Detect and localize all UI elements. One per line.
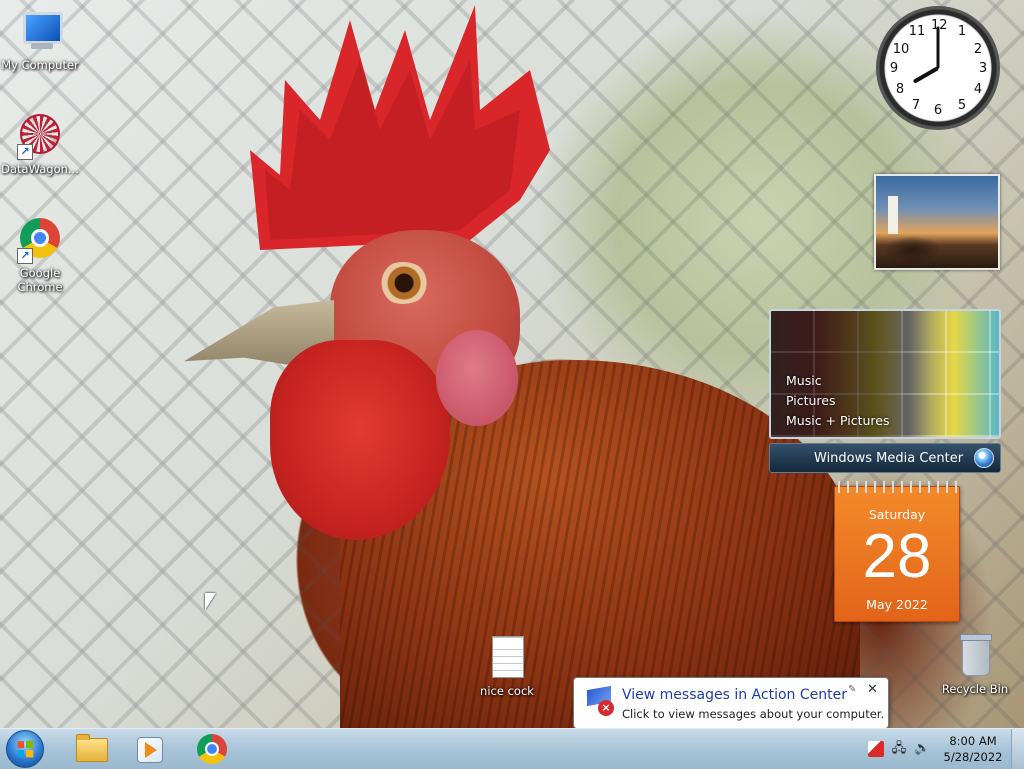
desktop-icon-label: My Computer [1,58,79,72]
chrome-icon: ↗ [17,216,63,264]
calendar-gadget[interactable]: Saturday 28 May 2022 [834,481,961,622]
action-center-tray-icon[interactable] [868,741,884,757]
clock-number: 8 [895,82,905,97]
taskbar-google-chrome[interactable] [184,731,240,767]
wallpaper-rooster-earlobe [436,330,518,426]
wallpaper-rooster-eye [376,262,430,304]
media-center-item-music-pictures[interactable]: Music + Pictures [786,413,890,428]
desktop-icon-label: Google Chrome [17,266,63,294]
action-center-flag-icon: × [584,685,614,716]
volume-icon[interactable]: 🔈 [914,741,930,757]
windows-explorer-icon [76,734,108,762]
clock-hour-hand [912,66,939,84]
action-center-notification[interactable]: × View messages in Action Center Click t… [573,677,889,738]
clock-number: 7 [911,98,921,113]
desktop-icon-datawagon[interactable]: ↗ DataWagon... [0,112,80,176]
notification-title[interactable]: View messages in Action Center [622,687,847,703]
calendar-month-year: May 2022 [866,597,928,612]
clock-number: 1 [957,24,967,39]
datawagon-icon: ↗ [17,112,63,160]
calendar-day: Saturday [868,507,926,522]
text-document-icon [484,634,530,680]
clock-minute-hand [936,26,940,68]
start-button[interactable] [6,730,44,768]
taskbar-date: 5/28/2022 [943,750,1003,764]
clock-number: 3 [978,61,988,76]
taskbar-time: 8:00 AM [949,734,997,748]
media-center-title: Windows Media Center [814,451,964,466]
shortcut-arrow-icon: ↗ [17,144,33,160]
media-center-title-bar[interactable]: Windows Media Center [769,443,1001,473]
taskbar-media-player[interactable] [122,731,178,767]
clock-number: 2 [973,42,983,57]
mouse-cursor [205,593,216,610]
media-player-icon [137,737,163,763]
desktop-icon-my-computer[interactable]: My Computer [0,8,80,72]
calendar-date: 28 [862,522,932,591]
computer-icon [17,8,63,54]
taskbar-windows-explorer[interactable] [62,731,118,767]
desktop-icon-label: DataWagon... [1,162,79,176]
clock-gadget[interactable]: 12 1 2 3 4 5 6 7 8 9 10 11 [876,6,1000,130]
clock-number: 5 [957,98,967,113]
slideshow-lighthouse-photo [888,196,898,234]
desktop-icon-label: nice cock [480,684,534,698]
notification-text: Click to view messages about your comput… [622,707,885,721]
chrome-icon [197,734,227,764]
media-center-gadget[interactable]: Music Pictures Music + Pictures [769,309,1001,439]
clock-number: 9 [889,61,899,76]
taskbar: 🖧 🔈 8:00 AM 5/28/2022 [0,728,1024,769]
show-desktop-button[interactable] [1011,729,1024,769]
clock-number: 11 [908,24,926,39]
close-icon[interactable]: ✕ [867,682,878,697]
desktop-icon-recycle-bin[interactable]: Recycle Bin [935,632,1015,696]
recycle-bin-icon [952,632,998,678]
media-center-item-music[interactable]: Music [786,373,822,388]
taskbar-clock[interactable]: 8:00 AM 5/28/2022 [936,733,1010,765]
calendar-rings [835,481,961,493]
shortcut-arrow-icon: ↗ [17,248,33,264]
pin-icon[interactable]: ✎ [848,684,856,695]
desktop-icon-nice-cock[interactable]: nice cock [467,634,547,698]
clock-number: 6 [933,103,943,118]
slideshow-gadget[interactable] [874,174,1000,270]
windows-logo-icon [974,448,994,468]
clock-number: 4 [973,82,983,97]
desktop-icon-label: Recycle Bin [941,682,1009,696]
network-icon[interactable]: 🖧 [891,741,907,757]
clock-number: 10 [892,42,910,57]
desktop-icon-google-chrome[interactable]: ↗ Google Chrome [0,216,80,294]
wallpaper-rooster-comb [250,5,550,250]
media-center-item-pictures[interactable]: Pictures [786,393,836,408]
